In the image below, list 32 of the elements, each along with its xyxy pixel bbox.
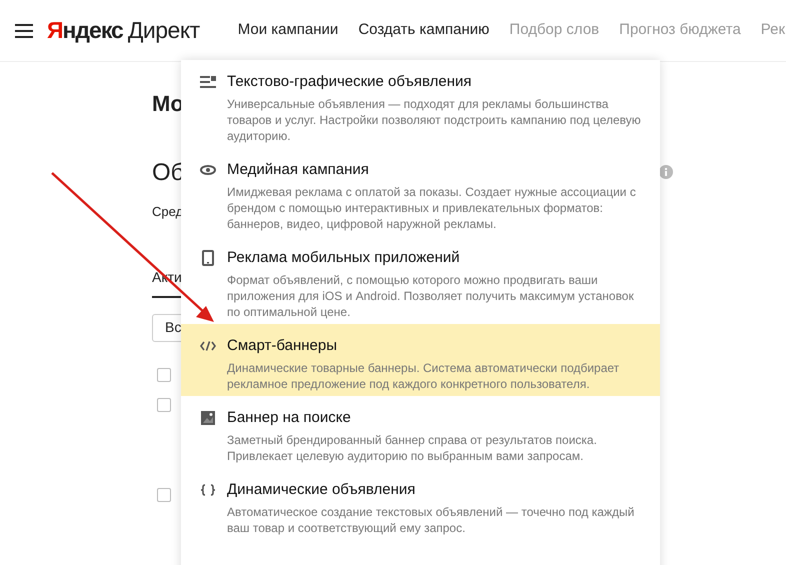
item-title: Текстово-графические объявления bbox=[227, 72, 472, 92]
menu-item[interactable]: Реклама мобильных приложений Формат объявлений, с помощью которого можно продвигать ваши приложения для iOS и Android. Позволяет получить максимум установок по оптимальной цене. bbox=[181, 236, 660, 324]
item-title: Смарт-баннеры bbox=[227, 336, 338, 356]
item-title: Динамические объявления bbox=[227, 480, 416, 500]
item-description: Формат объявлений, с помощью которого можно продвигать ваши приложения для iOS и Android. Позволяет получить максимум установок по оптимальной цене. bbox=[227, 272, 635, 320]
menu-item[interactable]: Медийная кампания Имиджевая реклама с оплатой за показы. Создает нужные ассоциации с брендом с помощью интерактивных и привлекательных форматов: баннеров, видео, цифровой наружной рекламы. bbox=[181, 148, 660, 236]
nav-link[interactable]: Мои кампании bbox=[238, 19, 338, 42]
item-title: Баннер на поиске bbox=[227, 408, 352, 428]
menu-item[interactable]: Баннер на поиске Заметный брендированный баннер справа от результатов поиска. Привлекает целевую аудиторию по выбранным вами запросам. bbox=[181, 396, 660, 468]
nav-link[interactable]: Создать кампанию bbox=[358, 19, 490, 42]
menu-item[interactable]: Смарт-баннеры Динамические товарные баннеры. Система автоматически подбирает рекламное предложение под каждого конкретного пользователя. bbox=[181, 324, 660, 396]
checkbox[interactable] bbox=[157, 398, 171, 412]
menu-icon[interactable] bbox=[15, 24, 33, 38]
checkbox[interactable] bbox=[157, 368, 171, 382]
code-icon bbox=[200, 341, 216, 351]
item-description: Имиджевая реклама с оплатой за показы. Создает нужные ассоциации с брендом с помощью интерактивных и привлекательных форматов: баннеров, видео, цифровой наружной рекламы. bbox=[227, 184, 637, 232]
braces-icon bbox=[200, 484, 216, 496]
menu-item[interactable]: Текстово-графические объявления Универсальные объявления — подходят для рекламы большинства товаров и услуг. Настройки позволяют подстроить кампанию под целевую аудиторию. bbox=[181, 60, 660, 148]
item-title: Реклама мобильных приложений bbox=[227, 248, 461, 268]
info-icon[interactable] bbox=[659, 165, 673, 179]
item-description: Заметный брендированный баннер справа от результатов поиска. Привлекает целевую аудиторию по выбранным вами запросам. bbox=[227, 432, 598, 464]
image-icon bbox=[201, 411, 215, 425]
phone-icon bbox=[202, 250, 214, 266]
item-title: Медийная кампания bbox=[227, 160, 370, 180]
item-description: Универсальные объявления — подходят для рекламы большинства товаров и услуг. Настройки позволяют подстроить кампанию под целевую аудиторию. bbox=[227, 96, 642, 144]
checkbox[interactable] bbox=[157, 488, 171, 502]
menu-item[interactable]: Динамические объявления Автоматическое создание текстовых объявлений — точечно под каждый ваш товар и соответствующий ему запрос. bbox=[181, 468, 660, 540]
item-description: Автоматическое создание текстовых объявлений — точечно под каждый ваш товар и соответствующий ему запрос. bbox=[227, 504, 636, 536]
logo[interactable]: Яндекс Директ bbox=[47, 19, 200, 42]
item-description: Динамические товарные баннеры. Система автоматически подбирает рекламное предложение под каждого конкретного пользователя. bbox=[227, 360, 620, 392]
text-lines-icon bbox=[200, 76, 216, 88]
eye-icon bbox=[200, 165, 216, 175]
